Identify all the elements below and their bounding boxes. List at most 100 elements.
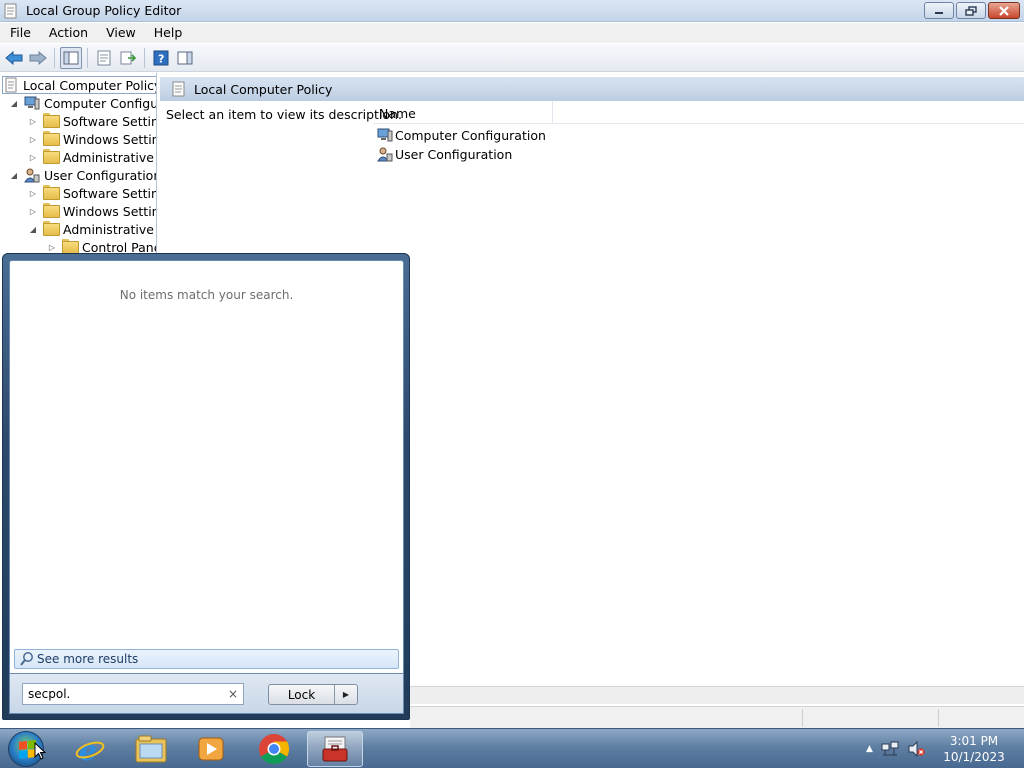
menu-help[interactable]: Help xyxy=(144,23,191,43)
item-description: Select an item to view its description. xyxy=(166,107,402,122)
taskbar-clock[interactable]: 3:01 PM 10/1/2023 xyxy=(940,733,1008,765)
svg-text:?: ? xyxy=(158,52,164,65)
list-item-computer-configuration[interactable]: Computer Configuration xyxy=(377,126,546,144)
collapse-triangle-icon[interactable]: ◢ xyxy=(8,169,20,181)
export-list-button[interactable] xyxy=(117,47,139,69)
taskbar-chrome[interactable] xyxy=(246,731,302,767)
folder-icon xyxy=(43,203,60,219)
minimize-button[interactable] xyxy=(924,2,954,19)
taskbar-group-policy-editor[interactable] xyxy=(307,731,363,767)
group-policy-editor-icon xyxy=(322,736,348,762)
tree-item-windows-settings[interactable]: ▷ Windows Setting xyxy=(27,130,156,148)
toolbar-separator xyxy=(54,47,55,68)
folder-icon xyxy=(43,185,60,201)
start-search-value: secpol. xyxy=(28,687,71,701)
tree-item-administrative-templates[interactable]: ◢ Administrative Te xyxy=(27,220,156,238)
list-item-label: Computer Configuration xyxy=(395,127,546,143)
menu-file[interactable]: File xyxy=(0,23,39,43)
no-results-message: No items match your search. xyxy=(119,288,294,302)
properties-button[interactable] xyxy=(93,47,115,69)
expand-triangle-icon[interactable]: ▷ xyxy=(27,133,39,145)
search-icon xyxy=(20,652,33,666)
tree-item-administrative-templates[interactable]: ▷ Administrative Te xyxy=(27,148,156,166)
start-menu-results: No items match your search. See more res… xyxy=(9,260,404,674)
see-more-results-link[interactable]: See more results xyxy=(14,649,399,669)
action-pane-icon xyxy=(177,51,193,64)
policy-document-icon xyxy=(4,3,17,19)
tree-item-label: Software Settings xyxy=(63,113,156,129)
folder-icon xyxy=(43,149,60,165)
menu-action[interactable]: Action xyxy=(39,23,96,43)
help-button[interactable]: ? xyxy=(150,47,172,69)
taskbar: e ▲ 3:01 PM 10/1/2023 xyxy=(0,728,1024,768)
forward-arrow-icon xyxy=(29,50,47,65)
lock-button[interactable]: Lock xyxy=(269,685,335,704)
list-item-user-configuration[interactable]: User Configuration xyxy=(377,145,512,163)
power-button-group: Lock ▶ xyxy=(268,684,358,705)
windows-logo-icon xyxy=(19,740,36,759)
taskbar-file-explorer[interactable] xyxy=(123,731,179,767)
result-pane-title: Local Computer Policy xyxy=(194,81,333,97)
title-bar[interactable]: Local Group Policy Editor xyxy=(0,0,1024,22)
menu-bar: File Action View Help xyxy=(0,23,1024,43)
computer-config-icon xyxy=(24,96,40,110)
expand-triangle-icon[interactable]: ▷ xyxy=(27,115,39,127)
back-button[interactable] xyxy=(3,47,25,69)
tree-item-label: Software Settings xyxy=(63,185,156,201)
expand-triangle-icon[interactable]: ▷ xyxy=(27,205,39,217)
column-header-name[interactable]: Name xyxy=(373,101,553,124)
system-tray: ▲ xyxy=(866,729,925,768)
start-search-input[interactable]: secpol. × xyxy=(22,683,244,705)
collapse-triangle-icon[interactable]: ◢ xyxy=(27,223,39,235)
collapse-triangle-icon[interactable]: ◢ xyxy=(8,97,20,109)
window-title: Local Group Policy Editor xyxy=(26,3,182,18)
clock-time: 3:01 PM xyxy=(949,734,999,748)
show-hide-tree-button[interactable] xyxy=(60,46,82,69)
volume-muted-icon[interactable] xyxy=(907,741,925,757)
folder-icon xyxy=(43,113,60,129)
power-options-arrow-icon[interactable]: ▶ xyxy=(335,685,357,704)
menu-view[interactable]: View xyxy=(96,23,144,43)
tree-item-label: Administrative Te xyxy=(63,149,156,165)
list-header: Name xyxy=(373,101,1024,124)
clear-search-icon[interactable]: × xyxy=(228,687,238,701)
tree-item-computer-configuration[interactable]: ◢ Computer Configura xyxy=(8,94,156,112)
tree-item-label: Windows Setting xyxy=(63,131,156,147)
tree-root-local-computer-policy[interactable]: Local Computer Policy xyxy=(2,76,156,94)
tree-item-label: Administrative Te xyxy=(63,221,156,237)
tree-item-label: Windows Setting xyxy=(63,203,156,219)
tree-item-user-configuration[interactable]: ◢ User Configuration xyxy=(8,166,157,184)
back-arrow-icon xyxy=(5,50,23,65)
expand-triangle-icon[interactable]: ▷ xyxy=(27,151,39,163)
taskbar-internet-explorer[interactable]: e xyxy=(62,731,118,767)
policy-document-icon xyxy=(172,81,185,97)
see-more-results-label: See more results xyxy=(37,652,139,666)
restore-button[interactable] xyxy=(956,2,986,19)
list-item-label: User Configuration xyxy=(395,146,513,162)
show-hidden-icons-icon[interactable]: ▲ xyxy=(866,744,873,754)
tree-item-software-settings[interactable]: ▷ Software Settings xyxy=(27,184,156,202)
start-menu-bottom: secpol. × Lock ▶ xyxy=(9,674,404,714)
tree-item-label: User Configuration xyxy=(44,167,157,183)
folder-icon xyxy=(43,131,60,147)
help-icon: ? xyxy=(153,50,169,65)
media-player-icon xyxy=(198,737,224,761)
tree-item-software-settings[interactable]: ▷ Software Settings xyxy=(27,112,156,130)
status-segment xyxy=(802,709,803,727)
forward-button[interactable] xyxy=(27,47,49,69)
expand-triangle-icon[interactable]: ▷ xyxy=(27,187,39,199)
network-icon[interactable] xyxy=(881,741,899,757)
status-segment xyxy=(938,709,939,727)
mouse-cursor-icon xyxy=(34,742,46,760)
start-menu: No items match your search. See more res… xyxy=(2,253,410,720)
horizontal-scrollbar[interactable] xyxy=(410,686,1024,704)
expand-triangle-icon[interactable]: ▷ xyxy=(46,241,58,253)
show-action-pane-button[interactable] xyxy=(174,47,196,69)
clock-date: 10/1/2023 xyxy=(943,750,1005,764)
tree-item-windows-settings[interactable]: ▷ Windows Setting xyxy=(27,202,156,220)
policy-document-icon xyxy=(5,77,17,93)
restore-icon xyxy=(965,5,977,16)
close-button[interactable] xyxy=(988,2,1020,19)
window-controls xyxy=(924,2,1020,19)
taskbar-media-player[interactable] xyxy=(183,731,239,767)
